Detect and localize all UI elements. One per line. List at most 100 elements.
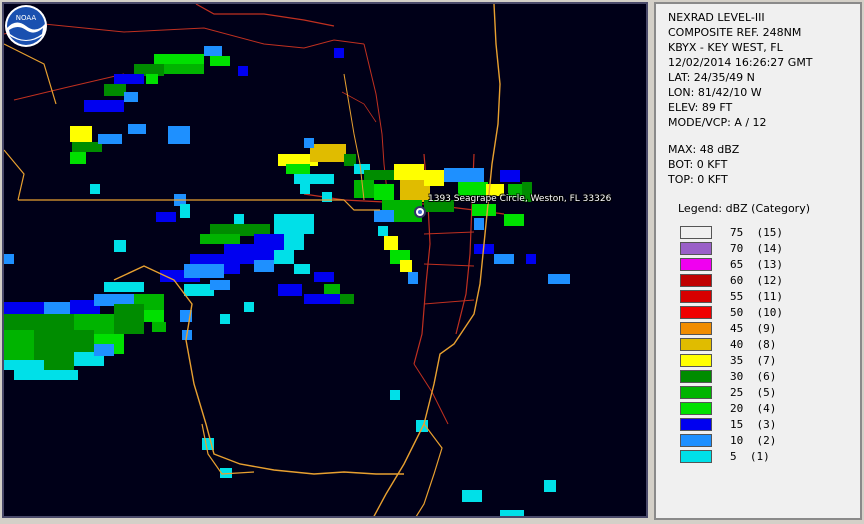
legend-swatch xyxy=(680,289,712,303)
radar-echo-cell xyxy=(44,354,74,370)
info-line: MODE/VCP: A / 12 xyxy=(668,116,767,129)
radar-map[interactable]: 1393 Seagrape Circle, Weston, FL 33326 N… xyxy=(2,2,648,518)
radar-echo-cell xyxy=(90,184,100,194)
radar-echo-cell xyxy=(374,210,394,222)
radar-echo-cell xyxy=(284,234,304,250)
coastline-north xyxy=(4,43,57,105)
legend-label: 45 (9) xyxy=(730,321,777,335)
radar-echo-cell xyxy=(472,204,496,216)
legend-swatch xyxy=(680,385,712,399)
radar-echo-cell xyxy=(548,274,570,284)
legend-row: 25 (5) xyxy=(680,384,783,400)
info-line: ELEV: 89 FT xyxy=(668,101,733,114)
radar-echo-cell xyxy=(504,214,524,226)
legend-label: 35 (7) xyxy=(730,353,777,367)
radar-echo-cell xyxy=(274,250,294,264)
legend-label: 50 (10) xyxy=(730,305,783,319)
info-panel: NEXRAD LEVEL-III COMPOSITE REF. 248NM KBYX… xyxy=(654,2,862,520)
radar-echo-cell xyxy=(294,264,310,274)
radar-echo-cell xyxy=(324,284,340,294)
legend-row: 10 (2) xyxy=(680,432,783,448)
radar-echo-cell xyxy=(200,234,240,244)
coastline-keys-east xyxy=(415,423,443,516)
radar-echo-cell xyxy=(114,240,126,252)
radar-info: NEXRAD LEVEL-III COMPOSITE REF. 248NM KBYX… xyxy=(668,10,813,130)
stats-line: MAX: 48 dBZ xyxy=(668,143,740,156)
radar-echo-cell xyxy=(4,302,44,316)
legend-row: 60 (12) xyxy=(680,272,783,288)
radar-echo-cell xyxy=(286,164,310,174)
radar-echo-cell xyxy=(408,272,418,284)
legend-label: 65 (13) xyxy=(730,257,783,271)
radar-echo-cell xyxy=(180,204,190,218)
legend-swatch xyxy=(680,241,712,255)
radar-echo-cell xyxy=(354,180,374,198)
legend-row: 65 (13) xyxy=(680,256,783,272)
radar-echo-cell xyxy=(494,254,514,264)
location-marker-icon[interactable] xyxy=(414,206,426,218)
radar-echo-cell xyxy=(144,310,164,322)
info-line: COMPOSITE REF. 248NM xyxy=(668,26,802,39)
radar-echo-cell xyxy=(4,360,44,370)
radar-echo-cell xyxy=(220,314,230,324)
radar-echo-cell xyxy=(334,48,344,58)
legend-row: 55 (11) xyxy=(680,288,783,304)
stats-line: TOP: 0 KFT xyxy=(668,173,728,186)
radar-echoes xyxy=(4,46,570,516)
legend-row: 5 (1) xyxy=(680,448,783,464)
radar-echo-cell xyxy=(184,264,224,278)
radar-echo-cell xyxy=(146,74,158,84)
legend-row: 75 (15) xyxy=(680,224,783,240)
radar-echo-cell xyxy=(294,174,334,184)
radar-echo-cell xyxy=(300,184,310,194)
legend-swatch xyxy=(680,433,712,447)
radar-echo-cell xyxy=(304,294,344,304)
radar-echo-cell xyxy=(424,170,444,186)
radar-echo-cell xyxy=(4,314,74,330)
legend-swatch xyxy=(680,225,712,239)
radar-echo-cell xyxy=(104,84,126,96)
radar-echo-cell xyxy=(444,168,484,182)
legend-label: 60 (12) xyxy=(730,273,783,287)
legend-swatch xyxy=(680,369,712,383)
radar-echo-cell xyxy=(54,370,78,380)
radar-echo-cell xyxy=(474,218,484,230)
info-line: LON: 81/42/10 W xyxy=(668,86,762,99)
legend-row: 45 (9) xyxy=(680,320,783,336)
radar-echo-cell xyxy=(274,214,314,234)
info-line: 12/02/2014 16:26:27 GMT xyxy=(668,56,813,69)
radar-echo-cell xyxy=(544,480,556,492)
radar-echo-cell xyxy=(384,236,398,250)
radar-echo-cell xyxy=(500,510,524,516)
radar-echo-cell xyxy=(378,226,388,236)
legend-label: 70 (14) xyxy=(730,241,783,255)
radar-echo-cell xyxy=(70,126,92,142)
radar-echo-cell xyxy=(244,302,254,312)
legend-swatch xyxy=(680,257,712,271)
radar-echo-cell xyxy=(168,126,190,144)
legend-label: 75 (15) xyxy=(730,225,783,239)
radar-echo-cell xyxy=(128,124,146,134)
radar-map-canvas xyxy=(4,4,570,516)
location-label: 1393 Seagrape Circle, Weston, FL 33326 xyxy=(428,194,612,204)
radar-echo-cell xyxy=(394,164,424,180)
legend-label: 55 (11) xyxy=(730,289,783,303)
radar-echo-cell xyxy=(526,254,536,264)
legend-row: 50 (10) xyxy=(680,304,783,320)
radar-echo-cell xyxy=(72,142,102,152)
radar-echo-cell xyxy=(84,100,124,112)
legend-swatch xyxy=(680,337,712,351)
radar-echo-cell xyxy=(164,64,204,74)
radar-echo-cell xyxy=(390,390,400,400)
legend-label: 30 (6) xyxy=(730,369,777,383)
legend-label: 5 (1) xyxy=(730,449,770,463)
radar-echo-cell xyxy=(184,284,214,296)
stats-line: BOT: 0 KFT xyxy=(668,158,728,171)
radar-echo-cell xyxy=(400,260,412,272)
radar-echo-cell xyxy=(254,260,274,272)
legend-row: 15 (3) xyxy=(680,416,783,432)
county-line-west xyxy=(4,149,25,201)
radar-echo-cell xyxy=(4,330,34,360)
legend-label: 10 (2) xyxy=(730,433,777,447)
radar-echo-cell xyxy=(94,344,114,356)
